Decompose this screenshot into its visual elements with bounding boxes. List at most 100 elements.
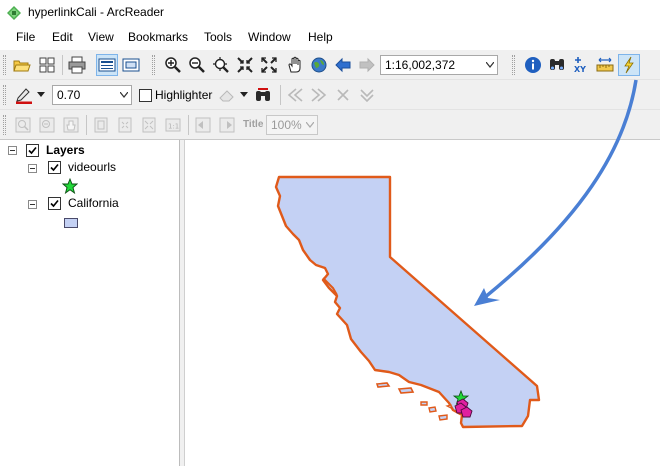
binoculars-markup-icon xyxy=(256,88,270,101)
layout-zoom-combo[interactable]: 100% xyxy=(266,115,318,135)
toolbar-grip[interactable] xyxy=(152,55,155,75)
back-arrow-icon xyxy=(335,57,351,73)
globe-button[interactable] xyxy=(308,54,330,76)
toolbar-grip[interactable] xyxy=(3,55,6,75)
toolbar-grip[interactable] xyxy=(3,85,6,105)
map-canvas[interactable] xyxy=(185,140,660,466)
toolbar-separator xyxy=(188,115,189,135)
videourls-layer-label[interactable]: videourls xyxy=(68,160,116,174)
menu-window[interactable]: Window xyxy=(248,30,291,44)
layout-forward-button[interactable] xyxy=(216,114,238,136)
map-scale-combo[interactable]: 1:16,002,372 xyxy=(380,55,498,75)
forward-arrow-icon xyxy=(359,57,375,73)
data-view-button[interactable] xyxy=(96,54,118,76)
layout-zoom-value: 100% xyxy=(271,118,302,132)
zoom-out-button[interactable] xyxy=(186,54,208,76)
xy-icon: XY xyxy=(574,57,586,74)
page-fixed-zoom-in-icon xyxy=(118,117,132,133)
forward-button[interactable] xyxy=(356,54,378,76)
menu-edit[interactable]: Edit xyxy=(52,30,73,44)
find-icon xyxy=(550,59,564,70)
fixed-zoom-in-icon xyxy=(213,57,229,73)
toolbar-grip[interactable] xyxy=(3,115,6,135)
print-icon xyxy=(68,56,86,74)
chevron-down-icon[interactable] xyxy=(240,92,248,98)
layers-root-label[interactable]: Layers xyxy=(46,143,85,157)
highlighter-checkbox[interactable] xyxy=(139,89,152,102)
layout-zoom-out-button[interactable] xyxy=(36,114,58,136)
fixed-zoom-out-button[interactable] xyxy=(234,54,256,76)
videourls-visibility-checkbox[interactable] xyxy=(48,161,61,174)
layers-visibility-checkbox[interactable] xyxy=(26,144,39,157)
find-button[interactable] xyxy=(546,54,568,76)
full-extent-button[interactable] xyxy=(258,54,280,76)
california-collapse-toggle[interactable] xyxy=(28,200,37,209)
check-icon xyxy=(28,146,37,155)
menu-bookmarks[interactable]: Bookmarks xyxy=(128,30,188,44)
fixed-zoom-out-icon xyxy=(237,57,253,73)
chevron-down-icon xyxy=(120,92,128,98)
identify-button[interactable] xyxy=(522,54,544,76)
page-zoom-out-icon xyxy=(39,117,55,133)
layout-zoom-in-button[interactable] xyxy=(12,114,34,136)
map-scale-value: 1:16,002,372 xyxy=(385,58,456,72)
measure-button[interactable] xyxy=(594,54,616,76)
markup-nav-next-button[interactable] xyxy=(308,84,330,106)
table-of-contents: Layers videourls California xyxy=(0,140,180,466)
find-markup-button[interactable] xyxy=(252,84,274,106)
california-visibility-checkbox[interactable] xyxy=(48,197,61,210)
green-star-icon xyxy=(62,178,78,194)
full-extent-icon xyxy=(261,57,277,73)
layout-toolbar: 1:1 Title 100% xyxy=(0,110,660,140)
document-layout-button[interactable] xyxy=(36,54,58,76)
go-to-xy-button[interactable]: XY xyxy=(570,54,592,76)
print-button[interactable] xyxy=(66,54,88,76)
fixed-layout-zoom-out-button[interactable] xyxy=(138,114,160,136)
pen-color-button[interactable] xyxy=(13,84,35,106)
markup-down-button[interactable] xyxy=(356,84,378,106)
markup-delete-button[interactable] xyxy=(332,84,354,106)
layers-collapse-toggle[interactable] xyxy=(8,146,17,155)
layout-view-button[interactable] xyxy=(120,54,142,76)
layout-pan-button[interactable] xyxy=(60,114,82,136)
hyperlink-button[interactable] xyxy=(618,54,640,76)
eraser-button[interactable] xyxy=(216,84,238,106)
arcreader-app-icon xyxy=(7,6,21,20)
videourls-collapse-toggle[interactable] xyxy=(28,164,37,173)
menu-view[interactable]: View xyxy=(88,30,114,44)
pan-button[interactable] xyxy=(284,54,306,76)
channel-island xyxy=(375,382,391,388)
fixed-layout-zoom-in-button[interactable] xyxy=(114,114,136,136)
markup-nav-first-button[interactable] xyxy=(284,84,306,106)
pan-icon xyxy=(288,56,301,73)
zoom-whole-page-button[interactable] xyxy=(90,114,112,136)
zoom-100-button[interactable]: 1:1 xyxy=(162,114,184,136)
markup-first-icon xyxy=(287,88,303,102)
menu-file[interactable]: File xyxy=(16,30,35,44)
markup-delete-icon xyxy=(337,89,349,101)
title-toggle[interactable]: Title xyxy=(243,119,263,130)
pen-icon xyxy=(16,88,32,104)
toolbar-separator xyxy=(62,55,63,75)
window-title: hyperlinkCali - ArcReader xyxy=(28,5,165,19)
zoom-out-icon xyxy=(189,57,205,73)
fixed-zoom-in-button[interactable] xyxy=(210,54,232,76)
highlighter-label: Highlighter xyxy=(155,88,213,102)
zoom-in-button[interactable] xyxy=(162,54,184,76)
california-layer-label[interactable]: California xyxy=(68,196,119,210)
identify-icon xyxy=(525,57,541,73)
toolbar-grip[interactable] xyxy=(512,55,515,75)
line-width-combo[interactable]: 0.70 xyxy=(52,85,132,105)
menu-tools[interactable]: Tools xyxy=(204,30,232,44)
layout-view-icon xyxy=(122,58,140,72)
open-icon xyxy=(13,60,31,72)
map-view[interactable] xyxy=(184,140,660,466)
menu-help[interactable]: Help xyxy=(308,30,333,44)
channel-island xyxy=(428,406,437,413)
back-button[interactable] xyxy=(332,54,354,76)
chevron-down-icon[interactable] xyxy=(37,92,45,98)
channel-island xyxy=(420,401,428,406)
layout-back-button[interactable] xyxy=(192,114,214,136)
markup-down-icon xyxy=(360,89,374,103)
open-button[interactable] xyxy=(11,54,33,76)
